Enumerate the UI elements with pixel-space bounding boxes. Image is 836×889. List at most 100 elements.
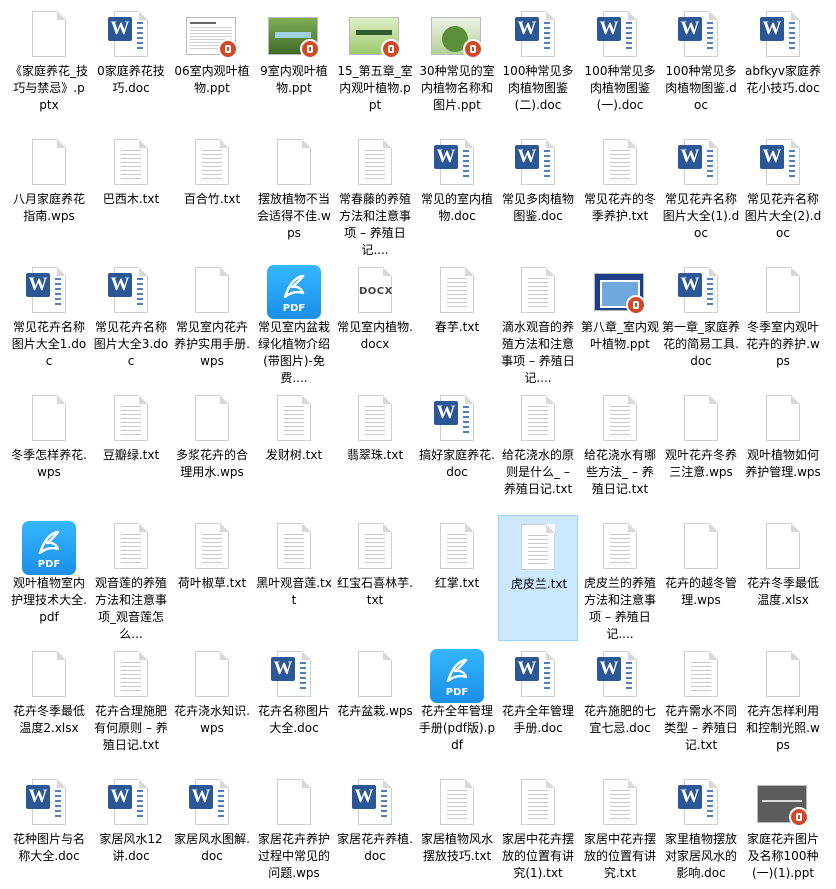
file-item[interactable]: 滴水观音的养殖方法和注意事项 – 养殖日记.... <box>498 259 578 385</box>
text-file-icon <box>105 521 157 573</box>
file-item[interactable]: PDF 花卉全年管理手册(pdf版).pdf <box>417 643 497 769</box>
file-item[interactable]: 常见室内花卉养护实用手册.wps <box>172 259 252 385</box>
file-item[interactable]: 观叶植物如何养护管理.wps <box>743 387 823 513</box>
file-item[interactable]: 八月家庭养花指南.wps <box>9 131 89 257</box>
text-lines <box>284 406 304 436</box>
file-item[interactable]: 红宝石喜林芋.txt <box>335 515 415 641</box>
file-item[interactable]: 花卉冬季最低温度.xlsx <box>743 515 823 641</box>
powerpoint-icon <box>757 777 809 829</box>
file-item[interactable]: W 常见多肉植物图鉴.doc <box>498 131 578 257</box>
powerpoint-badge <box>218 39 238 59</box>
file-item[interactable]: W 100种常见多肉植物图鉴(二).doc <box>498 3 578 129</box>
file-item[interactable]: 家庭花卉图片及名称100种(一)(1).ppt <box>743 771 823 889</box>
file-item[interactable]: 观音莲的养殖方法和注意事项_观音莲怎么... <box>91 515 171 641</box>
file-item[interactable]: 冬季怎样养花.wps <box>9 387 89 513</box>
word-badge: W <box>108 273 132 297</box>
file-item[interactable]: W 第一章_家庭养花的简易工具.doc <box>661 259 741 385</box>
file-item[interactable]: 家居中花卉摆放的位置有讲究(1).txt <box>498 771 578 889</box>
file-name: 常见花卉名称图片大全(2).doc <box>744 192 822 240</box>
file-item[interactable]: W 常见花卉名称图片大全(1).doc <box>661 131 741 257</box>
file-item[interactable]: 家居花卉养护过程中常见的问题.wps <box>254 771 334 889</box>
page-shape <box>521 524 555 570</box>
file-item[interactable]: 黑叶观音莲.txt <box>254 515 334 641</box>
file-item[interactable]: 9室内观叶植物.ppt <box>254 3 334 129</box>
file-item[interactable]: 花卉浇水知识.wps <box>172 643 252 769</box>
file-item[interactable]: 第八章_室内观叶植物.ppt <box>580 259 660 385</box>
file-item[interactable]: 《家庭养花_技巧与禁忌》.pptx <box>9 3 89 129</box>
file-item[interactable]: W 花卉全年管理手册.doc <box>498 643 578 769</box>
file-item[interactable]: W 0家庭养花技巧.doc <box>91 3 171 129</box>
file-item[interactable]: 虎皮兰.txt <box>498 515 578 641</box>
file-item[interactable]: 翡翠珠.txt <box>335 387 415 513</box>
file-item[interactable]: W 花卉施肥的七宜七忌.doc <box>580 643 660 769</box>
file-item[interactable]: W 100种常见多肉植物图鉴.doc <box>661 3 741 129</box>
file-item[interactable]: 06室内观叶植物.ppt <box>172 3 252 129</box>
file-item[interactable]: 花卉需水不同类型 – 养殖日记.txt <box>661 643 741 769</box>
word-document-icon: W <box>431 137 483 189</box>
file-name: 虎皮兰的养殖方法和注意事项 – 养殖日记.... <box>583 576 656 641</box>
file-item[interactable]: 家居植物风水摆放技巧.txt <box>417 771 497 889</box>
file-item[interactable]: DOCX 常见室内植物.docx <box>335 259 415 385</box>
file-item[interactable]: 花卉合理施肥有何原则 – 养殖日记.txt <box>91 643 171 769</box>
file-item[interactable]: 给花浇水的原则是什么_ – 养殖日记.txt <box>498 387 578 513</box>
file-name: 豆瓣绿.txt <box>102 448 160 462</box>
file-name: 给花浇水的原则是什么_ – 养殖日记.txt <box>501 448 574 496</box>
word-document-icon: W <box>675 137 727 189</box>
file-item[interactable]: W 常见花卉名称图片大全(2).doc <box>743 131 823 257</box>
file-item[interactable]: 常见花卉的冬季养护.txt <box>580 131 660 257</box>
text-lines <box>55 790 61 820</box>
file-item[interactable]: 15_第五章_室内观叶植物.ppt <box>335 3 415 129</box>
pdf-label: PDF <box>282 303 306 314</box>
text-lines <box>202 150 222 180</box>
word-document-icon: W <box>594 9 646 61</box>
file-item[interactable]: 虎皮兰的养殖方法和注意事项 – 养殖日记.... <box>580 515 660 641</box>
file-name: 常见花卉名称图片大全1.doc <box>11 320 87 368</box>
file-item[interactable]: W 常见花卉名称图片大全3.doc <box>91 259 171 385</box>
file-item[interactable]: PDF 观叶植物室内护理技术大全.pdf <box>9 515 89 641</box>
file-item[interactable]: 家居中花卉摆放的位置有讲究.txt <box>580 771 660 889</box>
file-item[interactable]: 常春藤的养殖方法和注意事项 – 养殖日记.... <box>335 131 415 257</box>
file-name: 15_第五章_室内观叶植物.ppt <box>337 64 413 112</box>
file-item[interactable]: W 常见花卉名称图片大全1.doc <box>9 259 89 385</box>
file-item[interactable]: 花卉盆栽.wps <box>335 643 415 769</box>
file-item[interactable]: 给花浇水有哪些方法_ – 养殖日记.txt <box>580 387 660 513</box>
file-item[interactable]: 多浆花卉的合理用水.wps <box>172 387 252 513</box>
file-item[interactable]: 巴西木.txt <box>91 131 171 257</box>
file-item[interactable]: 豆瓣绿.txt <box>91 387 171 513</box>
file-item[interactable]: 发财树.txt <box>254 387 334 513</box>
file-item[interactable]: W 常见的室内植物.doc <box>417 131 497 257</box>
file-item[interactable]: W 花种图片与名称大全.doc <box>9 771 89 889</box>
file-item[interactable]: 春芋.txt <box>417 259 497 385</box>
file-item[interactable]: W 家里植物摆放对家居风水的影响.doc <box>661 771 741 889</box>
file-item[interactable]: Wabfkyv家庭养花小技巧.doc <box>743 3 823 129</box>
pdf-label: PDF <box>445 687 469 698</box>
file-item[interactable]: 花卉冬季最低温度2.xlsx <box>9 643 89 769</box>
page-shape <box>440 523 474 569</box>
page-shape <box>358 139 392 185</box>
file-item[interactable]: 荷叶椒草.txt <box>172 515 252 641</box>
file-item[interactable]: W 家居风水图解.doc <box>172 771 252 889</box>
file-item[interactable]: 百合竹.txt <box>172 131 252 257</box>
file-item[interactable]: 观叶花卉冬养三注意.wps <box>661 387 741 513</box>
slide-graphic <box>762 800 802 802</box>
powerpoint-icon <box>431 9 483 61</box>
file-item[interactable]: W 花卉名称图片大全.doc <box>254 643 334 769</box>
text-lines <box>121 662 141 692</box>
file-item[interactable]: 花卉怎样利用和控制光照.wps <box>743 643 823 769</box>
file-item[interactable]: 摆放植物不当会适得不佳.wps <box>254 131 334 257</box>
text-file-icon <box>594 137 646 189</box>
text-lines <box>463 406 469 436</box>
page-shape <box>114 139 148 185</box>
file-item[interactable]: W 搞好家庭养花.doc <box>417 387 497 513</box>
file-name: 观音莲的养殖方法和注意事项_观音莲怎么... <box>94 576 167 641</box>
word-document-icon: W <box>105 9 157 61</box>
powerpoint-badge <box>381 39 401 59</box>
file-item[interactable]: 红掌.txt <box>417 515 497 641</box>
file-item[interactable]: 花卉的越冬管理.wps <box>661 515 741 641</box>
file-item[interactable]: PDF 常见室内盆栽绿化植物介绍(带图片)-免费.... <box>254 259 334 385</box>
file-item[interactable]: 冬季室内观叶花卉的养护.wps <box>743 259 823 385</box>
file-item[interactable]: W 100种常见多肉植物图鉴(一).doc <box>580 3 660 129</box>
file-item[interactable]: W 家居花卉养植.doc <box>335 771 415 889</box>
file-item[interactable]: 30种常见的室内植物名称和图片.ppt <box>417 3 497 129</box>
file-item[interactable]: W 家居风水12讲.doc <box>91 771 171 889</box>
